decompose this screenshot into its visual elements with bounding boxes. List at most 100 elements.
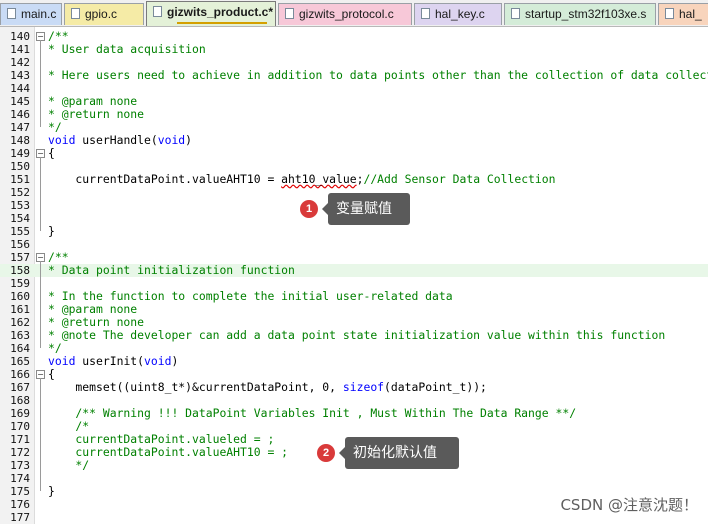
code-line[interactable]: 165 void userInit(void) [0, 355, 708, 369]
editor-tab-bar: main.c gpio.c gizwits_product.c* gizwits_pr… [0, 0, 708, 27]
fold-guide [40, 378, 41, 491]
tab-label: gizwits_protocol.c [299, 7, 394, 21]
tab-main-c[interactable]: main.c [0, 3, 62, 25]
code-text: memset((uint8_t*)&currentDataPoint, 0, s… [48, 381, 487, 394]
line-number: 154 [10, 212, 30, 225]
annotation-pointer-1 [322, 203, 328, 215]
tab-label: gizwits_product.c* [167, 5, 274, 19]
code-line[interactable]: 141 * User data acquisition [0, 43, 708, 57]
code-token: void [144, 354, 172, 368]
code-token: * In the function to complete the initia… [48, 289, 453, 303]
code-text: * User data acquisition [48, 43, 206, 56]
code-line[interactable]: 149−{ [0, 147, 708, 161]
line-number: 155 [10, 225, 30, 238]
tab-label: hal_key.c [435, 7, 485, 21]
line-number: 151 [10, 173, 30, 186]
line-number: 150 [10, 160, 30, 173]
code-line[interactable]: 151 currentDataPoint.valueAHT10 = aht10_… [0, 172, 708, 187]
code-token: //Add Sensor Data Collection [363, 172, 556, 186]
code-line[interactable]: 158 * Data point initialization function [0, 264, 708, 277]
code-token: void [157, 133, 186, 147]
file-icon [665, 8, 674, 19]
code-token: /* [48, 419, 90, 433]
annotation-callout-2: 初始化默认值 [345, 437, 459, 469]
code-token: * @return none [48, 315, 145, 329]
code-token: userInit( [75, 354, 145, 368]
code-token: } [48, 484, 55, 498]
line-number: 145 [10, 95, 30, 108]
code-token: aht10_value [281, 172, 357, 186]
line-number: 157 [10, 251, 30, 264]
annotation-callout-1: 变量赋值 [328, 193, 410, 225]
line-number: 156 [10, 238, 30, 251]
code-line[interactable]: 156 [0, 238, 708, 251]
file-icon [511, 8, 520, 19]
tab-startup-stm32f103xe-s[interactable]: startup_stm32f103xe.s [504, 3, 656, 25]
file-icon [285, 8, 294, 19]
line-number: 165 [10, 355, 30, 368]
code-text: void userHandle(void) [48, 134, 192, 147]
code-line[interactable]: 148 void userHandle(void) [0, 134, 708, 148]
line-number: 140 [10, 30, 30, 43]
code-token: * Data point initialization function [48, 263, 295, 277]
tab-hal-key-c[interactable]: hal_key.c [414, 3, 502, 25]
code-line[interactable]: 143 * Here users need to achieve in addit… [0, 69, 708, 83]
line-number: 170 [10, 420, 30, 433]
file-icon [421, 8, 430, 19]
tab-gpio-c[interactable]: gpio.c [64, 3, 144, 25]
code-text: * Here users need to achieve in addition… [48, 69, 708, 82]
code-line[interactable]: 163 * @note The developer can add a data … [0, 329, 708, 343]
code-token: * Here users need to achieve in addition… [48, 68, 708, 82]
code-text: { [48, 147, 55, 160]
line-number: 158 [10, 264, 30, 277]
code-token: currentDataPoint.valueled = ; [48, 432, 275, 446]
code-token: { [48, 367, 55, 381]
code-line[interactable]: 174 [0, 472, 708, 485]
line-number: 174 [10, 472, 30, 485]
code-token: void [48, 354, 76, 368]
annotation-badge-2: 2 [317, 444, 335, 462]
tab-gizwits-product-c[interactable]: gizwits_product.c* [146, 1, 276, 26]
tab-label: startup_stm32f103xe.s [525, 7, 647, 21]
code-token: (dataPoint_t)); [384, 380, 487, 394]
code-token: userHandle( [75, 133, 158, 147]
code-token: */ [48, 458, 90, 472]
code-token: { [48, 146, 55, 160]
line-number: 172 [10, 446, 30, 459]
line-number: 148 [10, 134, 30, 147]
tab-hal[interactable]: hal_ [658, 3, 708, 25]
line-number: 176 [10, 498, 30, 511]
file-icon [7, 8, 16, 19]
code-text: } [48, 225, 55, 238]
tab-label: gpio.c [85, 7, 118, 21]
line-number: 169 [10, 407, 30, 420]
line-number: 163 [10, 329, 30, 342]
code-token: * @param none [48, 302, 138, 316]
code-line[interactable]: 146 * @return none [0, 108, 708, 122]
code-token: * @param none [48, 94, 138, 108]
file-icon [71, 8, 80, 19]
code-token: /** Warning !!! DataPoint Variables Init… [48, 406, 577, 420]
code-token: /** [48, 29, 69, 43]
line-number: 149 [10, 147, 30, 160]
line-number: 144 [10, 82, 30, 95]
code-token: } [48, 224, 55, 238]
code-text: void userInit(void) [48, 355, 178, 368]
file-icon [153, 6, 162, 17]
code-token: memset((uint8_t*)&currentDataPoint, 0, [48, 380, 343, 394]
tab-gizwits-protocol-c[interactable]: gizwits_protocol.c [278, 3, 412, 25]
line-number: 147 [10, 121, 30, 134]
line-number: 168 [10, 394, 30, 407]
fold-guide [40, 157, 41, 231]
fold-guide [40, 261, 41, 348]
code-line[interactable]: 169 /** Warning !!! DataPoint Variables … [0, 407, 708, 421]
code-text: currentDataPoint.valueAHT10 = aht10_valu… [48, 172, 556, 186]
line-number: 153 [10, 199, 30, 212]
code-text: /** Warning !!! DataPoint Variables Init… [48, 407, 576, 420]
code-line[interactable]: 167 memset((uint8_t*)&currentDataPoint, … [0, 381, 708, 395]
code-line[interactable]: 155} [0, 225, 708, 239]
line-number: 143 [10, 69, 30, 82]
line-number: 142 [10, 56, 30, 69]
code-text: */ [48, 459, 89, 472]
code-token: currentDataPoint.valueAHT10 = ; [48, 445, 289, 459]
